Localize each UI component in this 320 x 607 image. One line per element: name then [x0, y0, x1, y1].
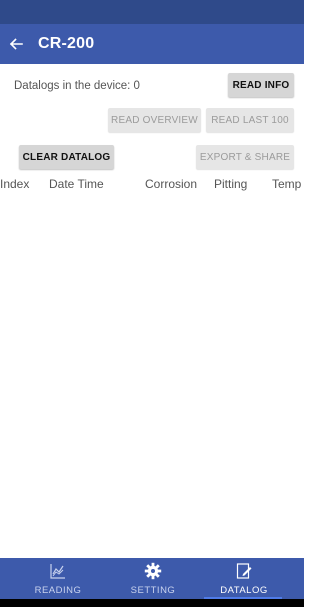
column-header-pitting: Pitting [214, 177, 248, 191]
nav-item-reading[interactable]: READING [10, 558, 106, 599]
datalog-count-label: Datalogs in the device: 0 [14, 80, 140, 92]
column-header-index: Index [0, 177, 30, 191]
edit-note-icon [196, 562, 292, 580]
arrow-back-icon [9, 38, 23, 50]
gear-icon [105, 562, 201, 580]
nav-label-reading: READING [34, 585, 82, 596]
clear-datalog-button[interactable]: CLEAR DATALOG [19, 145, 114, 169]
nav-item-datalog[interactable]: DATALOG [196, 558, 292, 599]
export-share-button[interactable]: EXPORT & SHARE [196, 145, 294, 169]
read-overview-button[interactable]: READ OVERVIEW [108, 108, 201, 132]
nav-label-setting: SETTING [130, 585, 176, 596]
chart-icon [10, 562, 106, 580]
nav-item-setting[interactable]: SETTING [105, 558, 201, 599]
back-button[interactable] [0, 24, 32, 64]
status-bar [0, 0, 304, 24]
column-header-corrosion: Corrosion [145, 177, 198, 191]
page-title: CR-200 [38, 35, 95, 52]
app-bar: CR-200 [0, 24, 304, 64]
column-header-temp: Temp [272, 177, 302, 191]
nav-label-datalog: DATALOG [220, 585, 268, 596]
table-header: Index Date Time Corrosion Pitting Temp [0, 175, 304, 195]
bottom-nav: READING SETTING DATALOG [0, 558, 304, 599]
datalog-table-body[interactable] [0, 195, 304, 555]
read-last-100-button[interactable]: READ LAST 100 [206, 108, 294, 132]
system-nav-strip [0, 599, 304, 607]
read-info-button[interactable]: READ INFO [228, 73, 294, 97]
column-header-date-time: Date Time [49, 177, 104, 191]
